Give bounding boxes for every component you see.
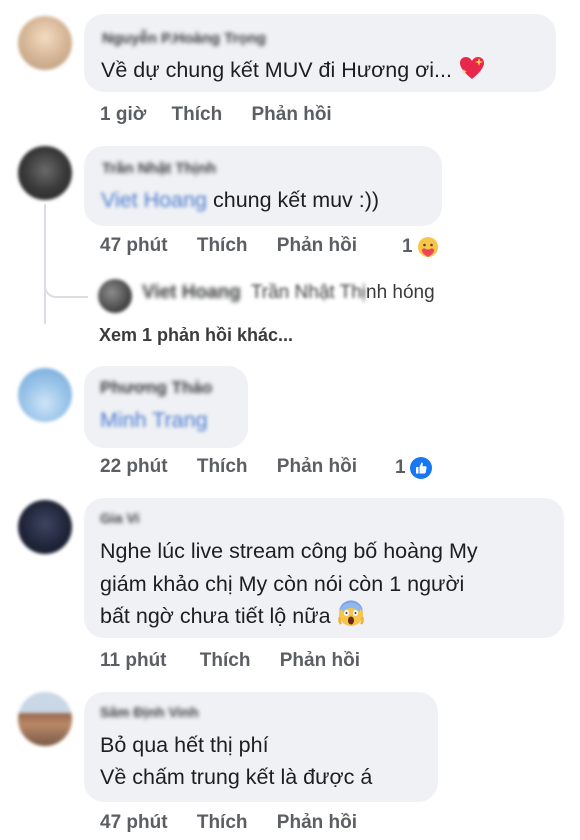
comment-time[interactable]: 22 phút bbox=[100, 456, 168, 478]
comment-author[interactable]: Phương Thảo bbox=[100, 378, 212, 398]
comment-author[interactable]: Trần Nhật Thịnh bbox=[102, 160, 216, 177]
screaming-face-icon bbox=[337, 600, 364, 626]
comment-actions: 11 phút Thích Phản hồi bbox=[100, 650, 360, 672]
avatar[interactable] bbox=[18, 692, 72, 746]
comment-line: Bỏ qua hết thị phí bbox=[100, 733, 269, 757]
comment-actions: 22 phút Thích Phản hồi bbox=[100, 456, 357, 478]
comment-line-last: bất ngờ chưa tiết lộ nữa bbox=[100, 600, 478, 633]
comment-line: Về chấm trung kết là được á bbox=[100, 765, 373, 789]
avatar[interactable] bbox=[18, 146, 72, 200]
comment-time[interactable]: 47 phút bbox=[100, 235, 168, 257]
avatar[interactable] bbox=[18, 16, 72, 70]
comment-actions: 47 phút Thích Phản hồi bbox=[100, 812, 357, 834]
comment-text-body: chung kết muv :)) bbox=[212, 188, 380, 212]
comment-actions: 1 giờ Thích Phản hồi bbox=[100, 104, 332, 126]
comment-author[interactable]: Sâm Định Vinh bbox=[100, 704, 199, 720]
reply-button[interactable]: Phản hồi bbox=[277, 812, 357, 834]
comment-actions: 47 phút Thích Phản hồi bbox=[100, 235, 357, 257]
reply-button[interactable]: Phản hồi bbox=[251, 104, 331, 126]
like-button[interactable]: Thích bbox=[197, 235, 248, 257]
comment-text: Về dự chung kết MUV đi Hương ơi... bbox=[101, 54, 486, 86]
mention-link[interactable]: Minh Trang bbox=[100, 404, 208, 436]
nested-reply-text: nh hóng bbox=[366, 282, 435, 303]
care-emoji-icon bbox=[417, 237, 438, 257]
nested-reply-mention[interactable]: Trần Nhật Thị bbox=[251, 282, 366, 304]
thread-branch bbox=[44, 280, 88, 298]
comment-time[interactable]: 47 phút bbox=[100, 812, 168, 834]
reply-button[interactable]: Phản hồi bbox=[280, 650, 360, 672]
mention-link[interactable]: Viet Hoang bbox=[101, 184, 207, 216]
comment-line: Nghe lúc live stream công bố hoàng My bbox=[100, 539, 478, 563]
like-button[interactable]: Thích bbox=[197, 456, 248, 478]
comment-text-body: Về dự chung kết MUV đi Hương ơi... bbox=[101, 58, 452, 82]
nested-reply-preview[interactable]: Viet Hoang Trần Nhật Thịnh hóng bbox=[142, 282, 435, 304]
comment-author[interactable]: Nguyễn P.Hoàng Trọng bbox=[102, 30, 266, 47]
comment-text: Bỏ qua hết thị phí Về chấm trung kết là … bbox=[100, 729, 372, 793]
comment-time[interactable]: 1 giờ bbox=[100, 104, 146, 126]
like-button[interactable]: Thích bbox=[200, 650, 251, 672]
comment-text: Viet Hoang chung kết muv :)) bbox=[101, 184, 379, 216]
reaction-summary[interactable]: 1 bbox=[402, 235, 440, 259]
nested-reply-author[interactable]: Viet Hoang bbox=[142, 282, 241, 304]
sparkling-heart-icon bbox=[459, 57, 484, 79]
avatar[interactable] bbox=[18, 368, 72, 422]
like-button[interactable]: Thích bbox=[172, 104, 223, 126]
thread-line bbox=[44, 204, 46, 324]
like-button[interactable]: Thích bbox=[197, 812, 248, 834]
reply-button[interactable]: Phản hồi bbox=[277, 456, 357, 478]
reaction-count: 1 bbox=[402, 236, 413, 257]
like-icon bbox=[409, 457, 432, 479]
avatar[interactable] bbox=[98, 279, 132, 313]
comment-text: Nghe lúc live stream công bố hoàng My gi… bbox=[100, 535, 478, 633]
comment-author[interactable]: Gia Vi bbox=[100, 510, 139, 526]
reaction-count: 1 bbox=[395, 457, 406, 478]
comment-line-text: bất ngờ chưa tiết lộ nữa bbox=[100, 604, 331, 628]
reaction-summary[interactable]: 1 bbox=[395, 456, 433, 480]
comment-line: giám khảo chị My còn nói còn 1 người bbox=[100, 571, 465, 596]
avatar[interactable] bbox=[18, 500, 72, 554]
comment-time[interactable]: 11 phút bbox=[100, 650, 167, 672]
comment-text: Minh Trang bbox=[100, 404, 208, 436]
reply-button[interactable]: Phản hồi bbox=[277, 235, 357, 257]
view-more-replies[interactable]: Xem 1 phản hồi khác... bbox=[99, 325, 293, 346]
